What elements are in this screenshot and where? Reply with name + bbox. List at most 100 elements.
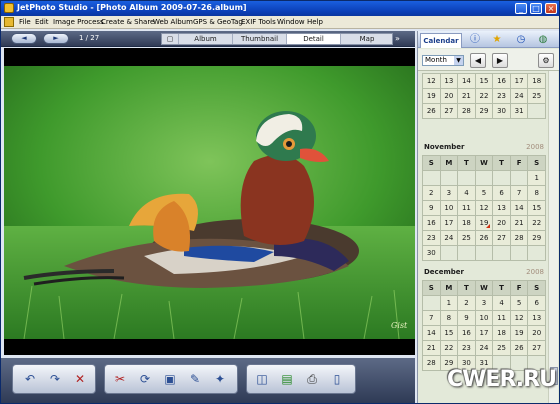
calendar-day[interactable]: 13	[493, 201, 510, 215]
calendar-day[interactable]: 30	[493, 104, 510, 118]
calendar-day[interactable]: 15	[440, 326, 458, 340]
calendar-day[interactable]: 19	[510, 326, 528, 340]
close-button[interactable]: ×	[545, 3, 557, 14]
calendar-day[interactable]: 5	[475, 186, 493, 200]
menu-web-album[interactable]: Web Album	[153, 18, 193, 26]
calendar-day[interactable]: 31	[510, 104, 528, 118]
menu-file[interactable]: File	[19, 18, 31, 26]
calendar-day[interactable]: 27	[440, 104, 458, 118]
calendar-day[interactable]: 6	[493, 186, 510, 200]
calendar-day[interactable]: 14	[510, 201, 528, 215]
calendar-day[interactable]: 13	[440, 74, 458, 88]
calendar-day[interactable]: 16	[423, 216, 440, 230]
phone-icon[interactable]: ▯	[328, 370, 346, 388]
calendar-day[interactable]: 25	[493, 341, 510, 355]
maximize-button[interactable]: □	[530, 3, 542, 14]
calendar-day[interactable]: 9	[458, 311, 475, 325]
calendar-day[interactable]: 10	[440, 201, 458, 215]
calendar-day[interactable]: 8	[528, 186, 545, 200]
calendar-day[interactable]: 21	[423, 341, 440, 355]
calendar-day[interactable]: 12	[475, 201, 493, 215]
calendar-day[interactable]: 12	[423, 74, 440, 88]
calendar-day[interactable]: 17	[440, 216, 458, 230]
view-selector-icon[interactable]: ▢	[162, 34, 179, 44]
calendar-day[interactable]: 11	[493, 311, 510, 325]
calendar-day[interactable]: 20	[493, 216, 510, 230]
calendar-day[interactable]: 21	[510, 216, 528, 230]
print-icon[interactable]: ⎙	[303, 370, 321, 388]
calendar-day[interactable]: 18	[458, 216, 475, 230]
redo-icon[interactable]: ↷	[46, 370, 64, 388]
more-tabs-button[interactable]: »	[395, 34, 400, 43]
delete-icon[interactable]: ✕	[71, 370, 89, 388]
menu-help[interactable]: Help	[307, 18, 323, 26]
menu-create-share[interactable]: Create & Share	[101, 18, 154, 26]
calendar-day[interactable]: 26	[475, 231, 493, 245]
calendar-day[interactable]: 7	[423, 311, 440, 325]
menu-exif-tools[interactable]: EXIF Tools	[241, 18, 276, 26]
resize-icon[interactable]: ▣	[161, 370, 179, 388]
calendar-day[interactable]: 23	[423, 231, 440, 245]
calendar-day[interactable]: 23	[458, 341, 475, 355]
cut-icon[interactable]: ✂	[111, 370, 129, 388]
calendar-day[interactable]: 19	[475, 216, 493, 230]
info-icon[interactable]: ⓘ	[468, 33, 482, 46]
tab-calendar[interactable]: Calendar	[420, 33, 462, 48]
calendar-day[interactable]: 26	[423, 104, 440, 118]
calendar-prev-button[interactable]: ◀	[470, 53, 486, 68]
calendar-day[interactable]: 28	[423, 356, 440, 370]
calendar-day[interactable]: 10	[475, 311, 493, 325]
calendar-day[interactable]: 9	[423, 201, 440, 215]
calendar-day[interactable]: 1	[440, 296, 458, 310]
calendar-day[interactable]: 11	[458, 201, 475, 215]
effects-icon[interactable]: ✦	[211, 370, 229, 388]
clock-icon[interactable]: ◷	[514, 33, 528, 46]
calendar-day[interactable]: 16	[493, 74, 510, 88]
menu-window[interactable]: Window	[277, 18, 305, 26]
calendar-day[interactable]: 13	[528, 311, 545, 325]
calendar-day[interactable]: 24	[475, 341, 493, 355]
calendar-day[interactable]: 25	[458, 231, 475, 245]
tab-album[interactable]: Album	[179, 34, 233, 44]
calendar-day[interactable]: 14	[458, 74, 475, 88]
settings-gear-icon[interactable]: ⚙	[538, 53, 554, 68]
calendar-next-button[interactable]: ▶	[492, 53, 508, 68]
globe-icon[interactable]: ◍	[536, 33, 550, 46]
calendar-day[interactable]: 8	[440, 311, 458, 325]
slideshow-icon[interactable]: ◫	[253, 370, 271, 388]
calendar-day[interactable]: 6	[528, 296, 545, 310]
calendar-day[interactable]: 19	[423, 89, 440, 103]
calendar-day[interactable]: 22	[528, 216, 545, 230]
rotate-icon[interactable]: ⟳	[136, 370, 154, 388]
view-mode-select[interactable]: Month ▼	[422, 55, 464, 66]
calendar-day[interactable]: 17	[475, 326, 493, 340]
calendar-day[interactable]: 2	[423, 186, 440, 200]
tab-map[interactable]: Map	[341, 34, 393, 44]
calendar-day[interactable]: 1	[528, 171, 545, 185]
calendar-day[interactable]: 20	[528, 326, 545, 340]
calendar-day[interactable]: 24	[510, 89, 528, 103]
calendar-day[interactable]: 5	[510, 296, 528, 310]
undo-icon[interactable]: ↶	[21, 370, 39, 388]
minimize-button[interactable]: _	[515, 3, 527, 14]
calendar-day[interactable]: 7	[510, 186, 528, 200]
calendar-day[interactable]: 23	[493, 89, 510, 103]
calendar-day[interactable]: 4	[493, 296, 510, 310]
calendar-day[interactable]: 18	[528, 74, 545, 88]
calendar-day[interactable]: 30	[423, 246, 440, 260]
calendar-day[interactable]: 20	[440, 89, 458, 103]
menu-image-process[interactable]: Image Process	[53, 18, 104, 26]
calendar-day[interactable]: 15	[528, 201, 545, 215]
calendar-scrollbar[interactable]	[548, 71, 558, 403]
wallpaper-icon[interactable]: ▤	[278, 370, 296, 388]
edit-icon[interactable]: ✎	[186, 370, 204, 388]
calendar-day[interactable]: 28	[510, 231, 528, 245]
calendar-day[interactable]: 29	[528, 231, 545, 245]
menu-edit[interactable]: Edit	[35, 18, 49, 26]
calendar-day[interactable]: 18	[493, 326, 510, 340]
calendar-day[interactable]: 17	[510, 74, 528, 88]
calendar-day[interactable]: 27	[528, 341, 545, 355]
calendar-day[interactable]: 21	[458, 89, 475, 103]
calendar-day[interactable]: 28	[458, 104, 475, 118]
calendar-day[interactable]: 26	[510, 341, 528, 355]
